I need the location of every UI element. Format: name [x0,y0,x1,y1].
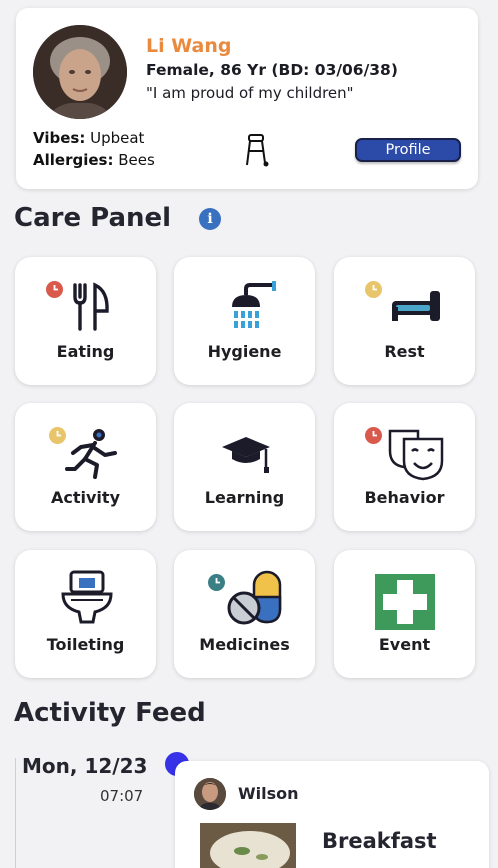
timeline-line [15,758,16,868]
tile-label: Eating [56,342,115,361]
profile-card: Li Wang Female, 86 Yr (BD: 03/06/38) "I … [16,8,478,189]
author-avatar [194,778,226,810]
profile-button[interactable]: Profile [355,138,461,162]
tile-label: Toileting [46,635,125,654]
vibes-row: Vibes: Upbeat [33,129,144,147]
resident-demographics: Female, 86 Yr (BD: 03/06/38) [146,61,398,79]
activity-feed-title: Activity Feed [14,698,206,728]
vibes-label: Vibes: [33,129,86,147]
walker-icon [246,134,269,167]
allergies-row: Allergies: Bees [33,151,155,169]
care-panel-title: Care Panel [14,203,172,233]
author-name: Wilson [238,784,299,803]
utensils-icon [73,282,109,331]
pills-icon [227,570,282,625]
running-person-icon [65,429,117,479]
feed-entry-card[interactable]: Wilson Breakfast [175,761,489,868]
tile-learning[interactable]: Learning [174,403,315,531]
tile-label: Hygiene [207,342,282,361]
tile-hygiene[interactable]: Hygiene [174,257,315,385]
feed-time: 07:07 [100,787,144,805]
meal-title: Breakfast [322,829,437,853]
vibes-value: Upbeat [90,129,145,147]
tile-label: Activity [51,488,120,507]
tile-medicines[interactable]: Medicines [174,550,315,678]
tile-label: Behavior [364,488,445,507]
resident-name: Li Wang [146,35,232,57]
bed-icon [392,291,440,321]
info-icon[interactable]: i [199,208,221,230]
avatar-photo [33,25,127,119]
avatar [33,25,127,119]
tile-label: Learning [204,488,285,507]
shower-icon [232,281,276,328]
resident-quote: "I am proud of my children" [146,84,354,102]
allergies-value: Bees [118,151,155,169]
tile-label: Medicines [199,635,290,654]
meal-photo-image [200,823,296,868]
tile-rest[interactable]: Rest [334,257,475,385]
allergies-label: Allergies: [33,151,114,169]
tile-eating[interactable]: Eating [15,257,156,385]
tile-label: Rest [384,342,425,361]
theater-masks-icon [388,429,444,481]
meal-photo [200,823,296,868]
first-aid-icon [375,574,435,630]
tile-label: Event [378,635,431,654]
feed-date: Mon, 12/23 [22,754,148,778]
graduation-cap-icon [222,437,270,473]
tile-activity[interactable]: Activity [15,403,156,531]
tile-behavior[interactable]: Behavior [334,403,475,531]
toilet-icon [61,570,113,624]
tile-event[interactable]: Event [334,550,475,678]
tile-toileting[interactable]: Toileting [15,550,156,678]
author-photo [194,778,226,810]
